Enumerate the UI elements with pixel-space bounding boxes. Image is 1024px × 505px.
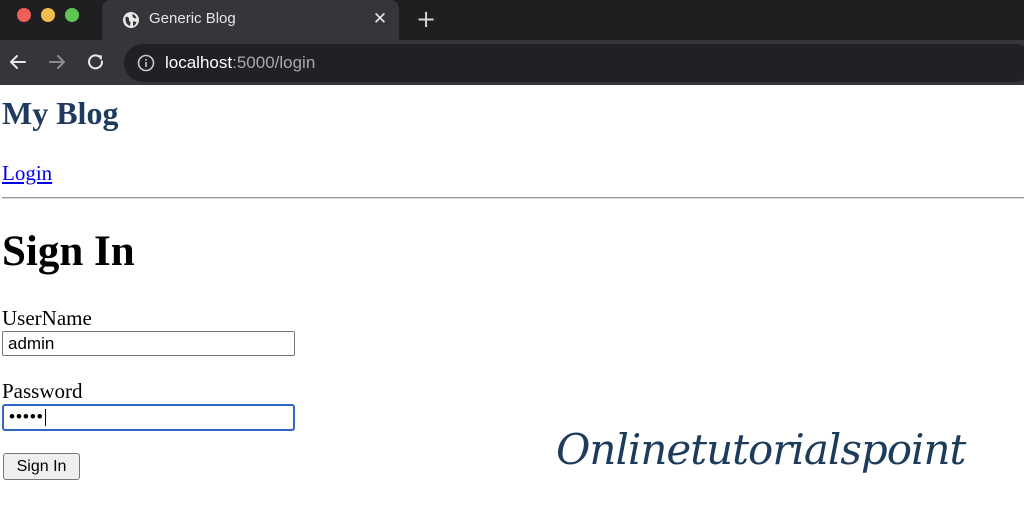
browser-tab[interactable]: Generic Blog ✕ [102, 0, 399, 40]
url-path: :5000/login [232, 53, 316, 72]
close-window-button[interactable] [17, 8, 31, 22]
url-host: localhost [165, 53, 233, 72]
page-content: My Blog Login Sign In UserName admin Pas… [0, 85, 1024, 505]
browser-toolbar: localhost:5000/login [0, 40, 1024, 85]
login-link[interactable]: Login [2, 161, 52, 186]
watermark-logo: Onlinetutorialspoint [556, 425, 966, 474]
password-label: Password [2, 379, 83, 403]
minimize-window-button[interactable] [41, 8, 55, 22]
horizontal-divider [2, 197, 1024, 199]
globe-icon [122, 11, 140, 29]
tab-title: Generic Blog [149, 10, 236, 27]
site-title: My Blog [2, 95, 119, 131]
address-bar[interactable]: localhost:5000/login [124, 44, 1024, 82]
info-icon[interactable] [137, 54, 155, 72]
reload-icon[interactable] [83, 49, 109, 75]
address-bar-url: localhost:5000/login [165, 53, 315, 73]
zoom-window-button[interactable] [65, 8, 79, 22]
new-tab-button[interactable]: + [414, 6, 438, 32]
text-caret [44, 409, 46, 427]
close-tab-icon[interactable]: ✕ [370, 9, 390, 29]
browser-titlebar: Generic Blog ✕ + [0, 0, 1024, 40]
username-input[interactable]: admin [2, 331, 295, 356]
page-title: Sign In [2, 228, 135, 275]
forward-arrow-icon[interactable] [44, 49, 70, 75]
back-arrow-icon[interactable] [5, 49, 31, 75]
password-mask: ••••• [9, 407, 44, 426]
sign-in-button[interactable]: Sign In [3, 453, 80, 480]
password-input[interactable]: ••••• [2, 404, 295, 431]
username-label: UserName [2, 306, 92, 330]
